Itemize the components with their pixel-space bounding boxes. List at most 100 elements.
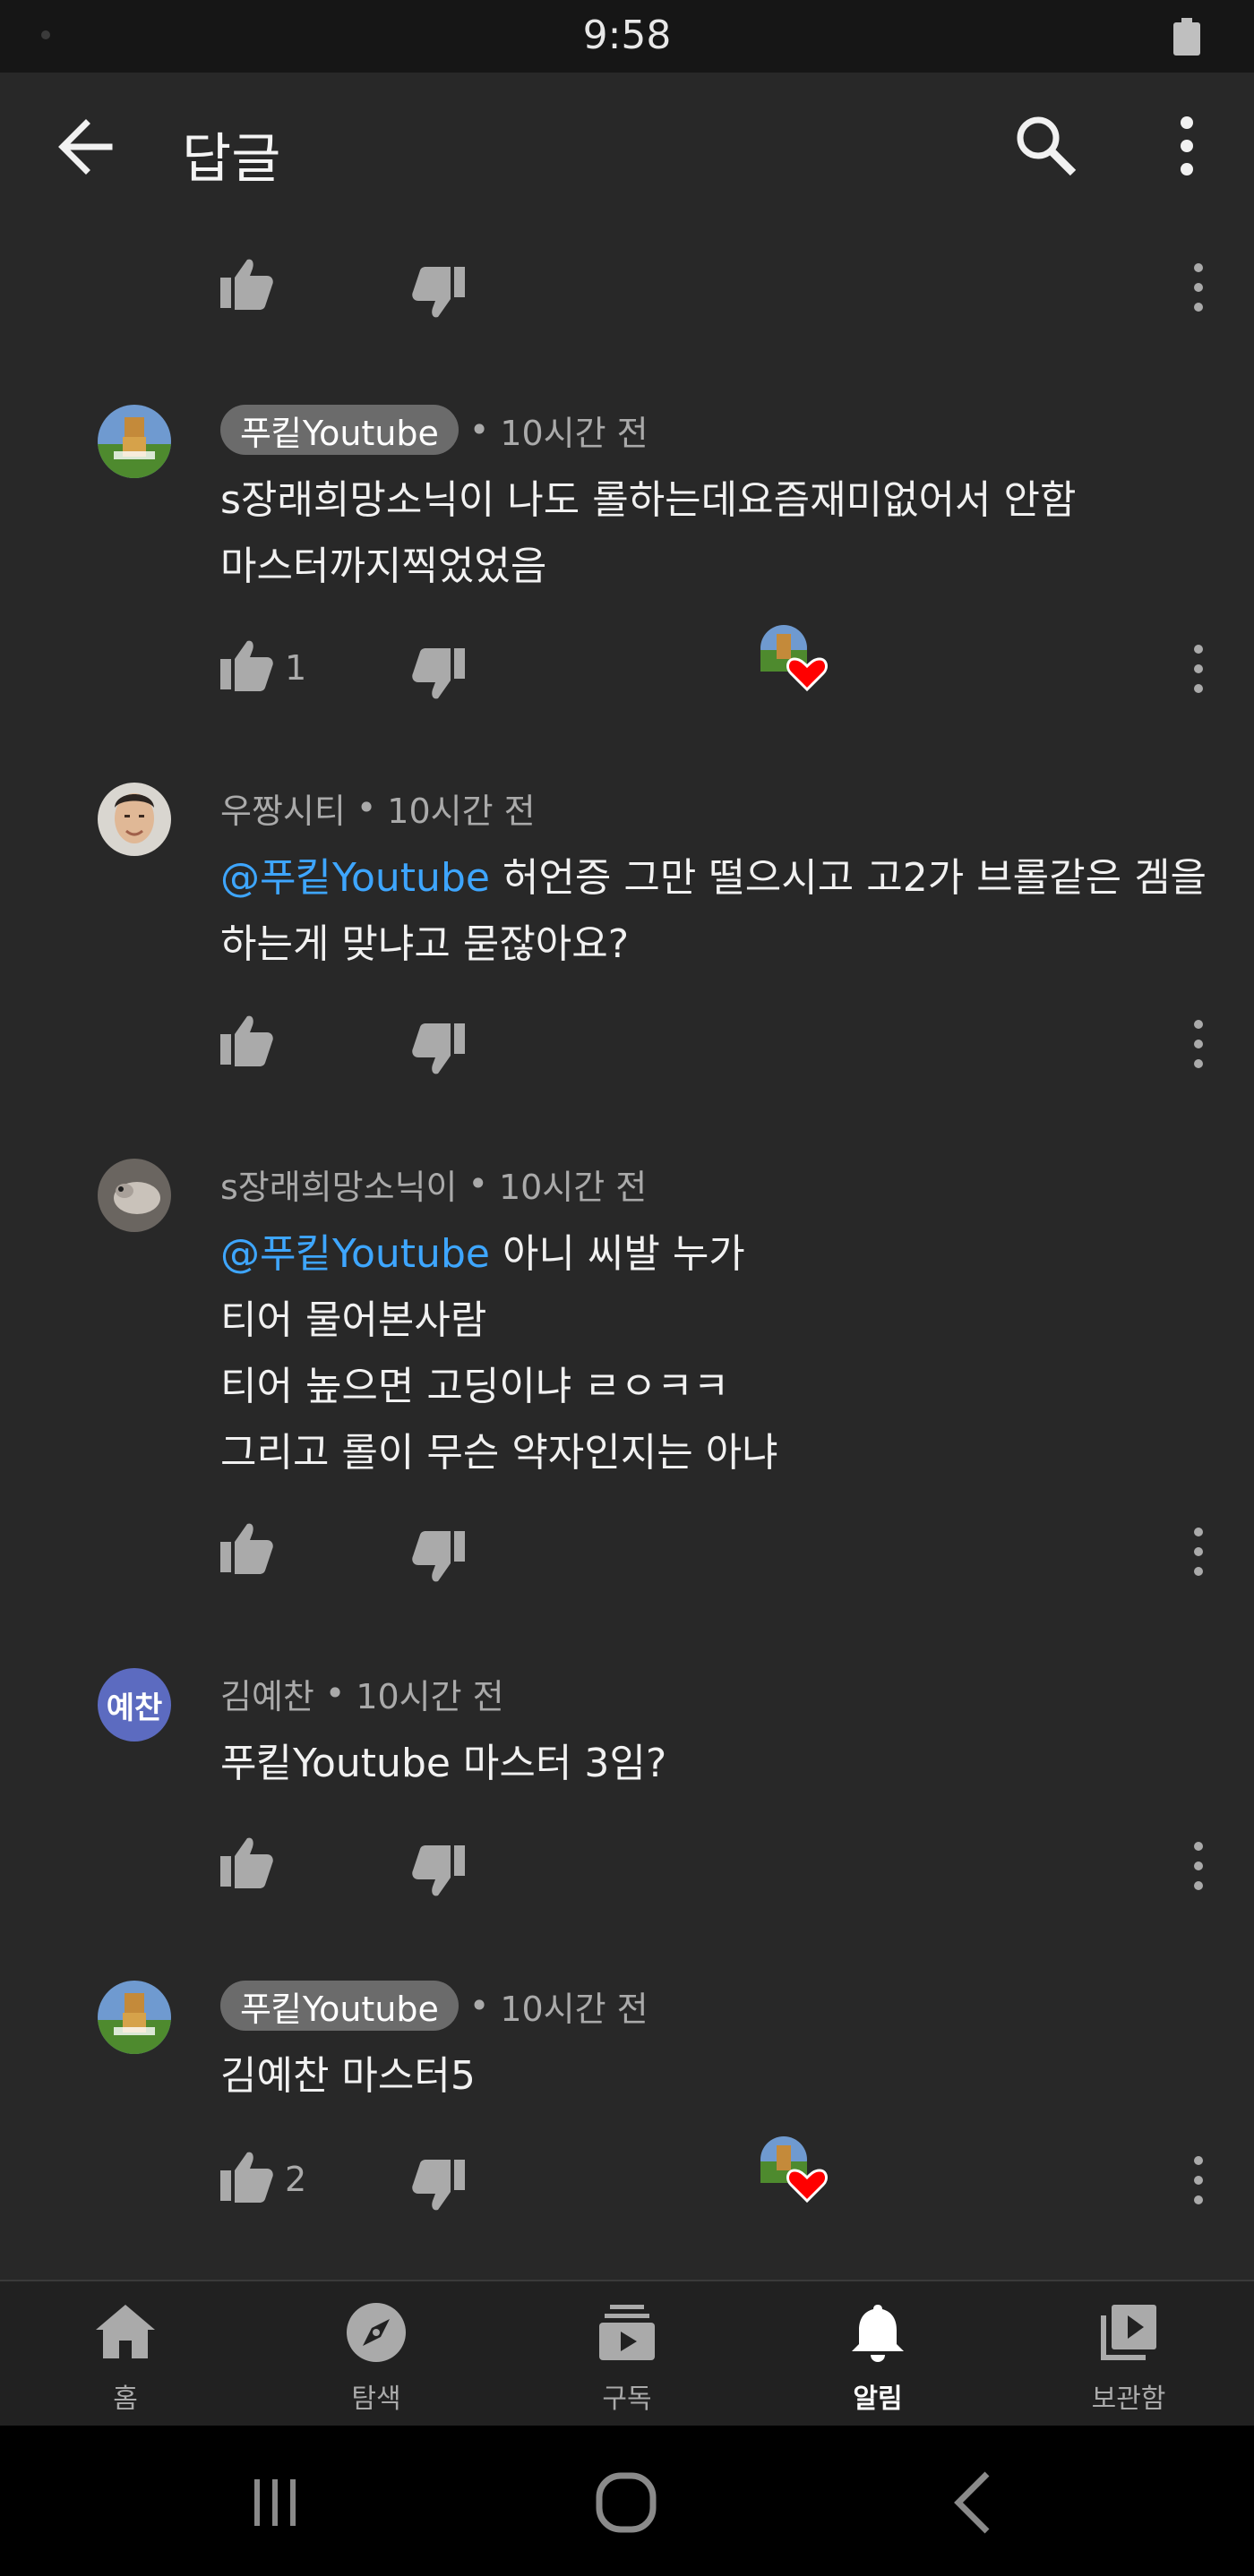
thumb-up-icon[interactable] [215,2145,278,2208]
back-button-icon[interactable] [933,2467,1014,2538]
mention-link[interactable]: @푸킽Youtube [220,855,490,901]
more-vert-icon[interactable] [1181,1013,1216,1075]
comment-actions: 2 [0,2136,1254,2211]
avatar[interactable] [98,783,171,856]
status-bar: 9:58 [0,0,1254,73]
nav-label: 탐색 [351,2383,401,2415]
comment-meta: s장래희망소닉이 • 10시간 전 [220,1159,647,1209]
subscriptions-icon [599,2305,655,2360]
thumb-up-icon[interactable] [215,1009,278,1072]
comment-time: 10시간 전 [500,1989,648,2029]
comment-actions [0,1831,1254,1897]
more-vert-icon[interactable] [1181,1835,1216,1897]
thumb-down-icon[interactable] [408,2154,470,2217]
comment-text: 김예찬 마스터5 [220,2043,1206,2110]
system-nav-bar [0,2426,1254,2576]
thumb-down-icon[interactable] [408,1018,470,1081]
status-time: 9:58 [582,13,672,58]
nav-subscriptions[interactable]: 구독 [537,2281,717,2427]
separator-dot: • [324,1673,346,1713]
page-title: 답글 [182,128,281,191]
comment-line: 티어 물어본사람 [220,1297,487,1343]
library-icon [1101,2305,1156,2360]
comment-item: 우짱시티 • 10시간 전 @푸킽Youtube 허언증 그만 떨으시고 고2가… [0,783,1254,1105]
more-vert-icon[interactable] [1181,256,1216,319]
more-vert-icon[interactable] [1181,2149,1216,2212]
comment-line: 마스터까지찍었었음 [220,543,547,589]
comment-author[interactable]: 김예찬 [220,1669,314,1718]
comment-line-text: 아니 씨발 누가 [489,1231,745,1277]
bottom-nav: 홈 탐색 구독 알림 보관함 [0,2280,1254,2426]
comment-text: @푸킽Youtube 아니 씨발 누가 티어 물어본사람 티어 높으면 고딩이냐… [220,1221,1206,1486]
separator-dot: • [468,1164,488,1203]
creator-badge[interactable]: 푸킽Youtube [220,1981,459,2031]
like-count: 1 [285,648,307,688]
home-button-icon[interactable] [586,2467,666,2538]
comment-item: 예찬 김예찬 • 10시간 전 푸킽Youtube 마스터 3임? [0,1668,1254,1937]
comment-text: 푸킽Youtube 마스터 3임? [220,1731,1206,1797]
comment-line: 푸킽Youtube 마스터 3임? [220,1741,667,1786]
separator-dot: • [468,1986,490,2025]
avatar[interactable]: 예찬 [98,1668,171,1742]
arrow-left-icon[interactable] [56,108,118,185]
comment-actions [0,1517,1254,1582]
comment-actions [0,252,1254,318]
battery-icon [1173,18,1200,56]
more-vert-icon[interactable] [1181,638,1216,700]
nav-home[interactable]: 홈 [36,2281,215,2427]
comment-time: 10시간 전 [356,1676,504,1716]
comment-item: 푸킽Youtube • 10시간 전 s장래희망소닉이 나도 롤하는데요즘재미없… [0,405,1254,727]
nav-explore[interactable]: 탐색 [287,2281,466,2427]
nav-label: 구독 [602,2383,652,2415]
comment-line: @푸킽Youtube 허언증 그만 떨으시고 고2가 브롤같은 겜을 [220,845,1207,911]
comment-author[interactable]: s장래희망소닉이 [220,1160,458,1209]
thumb-up-icon[interactable] [215,634,278,697]
comment-time: 10시간 전 [387,791,536,831]
explore-icon [347,2303,406,2362]
avatar[interactable] [98,1159,171,1232]
nav-label: 홈 [113,2383,138,2415]
mention-link[interactable]: @푸킽Youtube [220,1231,490,1277]
comment-text: @푸킽Youtube 허언증 그만 떨으시고 고2가 브롤같은 겜을 하는게 맞… [220,845,1207,978]
comment-line: s장래희망소닉이 나도 롤하는데요즘재미없어서 안함 [220,477,1077,523]
nav-library[interactable]: 보관함 [1039,2281,1218,2427]
comment-line-text: 허언증 그만 떨으시고 고2가 브롤같은 겜을 [489,855,1207,901]
replies-list: 푸킽Youtube • 10시간 전 s장래희망소닉이 나도 롤하는데요즘재미없… [0,223,1254,2280]
comment-item: 푸킽Youtube • 10시간 전 김예찬 마스터5 2 [0,1981,1254,2276]
avatar[interactable] [98,1981,171,2054]
avatar[interactable] [98,405,171,478]
like-count: 2 [285,2160,307,2199]
recent-apps-icon[interactable] [235,2467,315,2538]
comment-line: 김예찬 마스터5 [220,2053,476,2099]
search-icon[interactable] [1010,110,1082,182]
thumb-up-icon[interactable] [215,1517,278,1579]
comment-line: @푸킽Youtube 아니 씨발 누가 [220,1221,1206,1288]
thumb-down-icon[interactable] [408,643,470,706]
comment-line: 하는게 맞냐고 묻잖아요? [220,921,630,967]
thumb-up-icon[interactable] [215,252,278,315]
nav-label: 보관함 [1091,2383,1166,2415]
comment-meta: 푸킽Youtube • 10시간 전 [220,405,648,455]
bell-icon [852,2305,904,2362]
thumb-down-icon[interactable] [408,261,470,324]
comment-text: s장래희망소닉이 나도 롤하는데요즘재미없어서 안함 마스터까지찍었었음 [220,467,1206,600]
thumb-up-icon[interactable] [215,1831,278,1894]
thumb-down-icon[interactable] [408,1526,470,1588]
more-vert-icon[interactable] [1164,110,1209,182]
nav-label: 알림 [853,2383,903,2415]
comment-meta: 우짱시티 • 10시간 전 [220,783,536,833]
comment-meta: 김예찬 • 10시간 전 [220,1668,504,1718]
creator-badge[interactable]: 푸킽Youtube [220,405,459,455]
comment-time: 10시간 전 [498,1167,648,1207]
more-vert-icon[interactable] [1181,1520,1216,1583]
comment-author[interactable]: 우짱시티 [220,783,346,833]
separator-dot: • [356,788,377,827]
comment-item: s장래희망소닉이 • 10시간 전 @푸킽Youtube 아니 씨발 누가 티어… [0,1159,1254,1606]
home-icon [96,2305,155,2358]
separator-dot: • [468,410,490,449]
comment-actions: 1 [0,625,1254,700]
thumb-down-icon[interactable] [408,1840,470,1903]
creator-heart-icon [760,2136,828,2204]
nav-notifications[interactable]: 알림 [788,2281,967,2427]
comment-actions [0,1009,1254,1075]
